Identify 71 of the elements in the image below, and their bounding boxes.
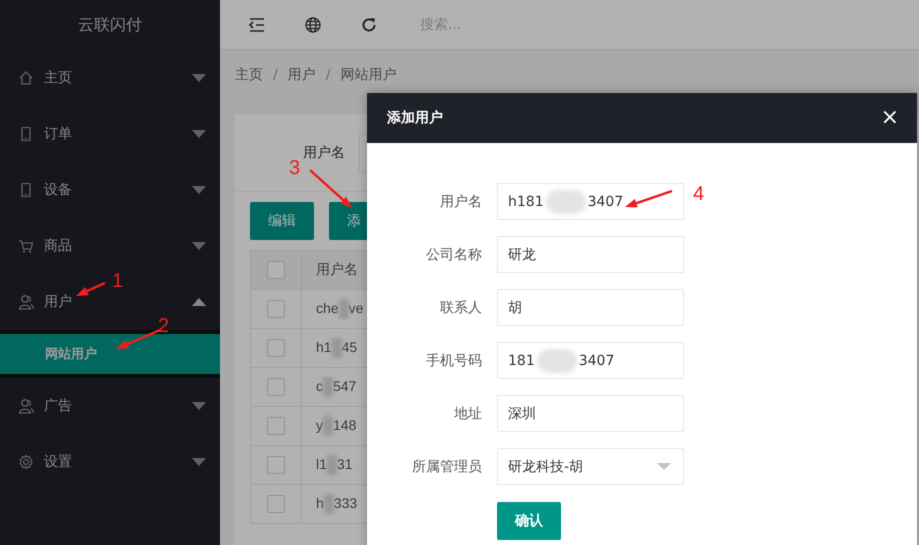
table-cell: h1 (316, 338, 332, 355)
field-label: 手机号码 (425, 352, 482, 370)
refresh-icon[interactable] (360, 16, 378, 34)
checkbox[interactable] (267, 456, 285, 474)
user-icon (18, 294, 34, 310)
input-field[interactable]: 胡 (497, 289, 684, 326)
annotation-number: 1 (112, 271, 124, 291)
user-icon (18, 398, 34, 414)
input-field[interactable]: 181 3407 (497, 342, 684, 379)
breadcrumb-link[interactable]: 用户 (288, 66, 316, 84)
sidebar-item[interactable]: 商品 (44, 238, 72, 254)
table-cell: ve (348, 300, 364, 316)
breadcrumb-link[interactable]: 网站用户 (340, 66, 396, 84)
confirm-button[interactable]: 确认 (497, 502, 561, 540)
annotation-number: 4 (693, 184, 704, 204)
field-label: 所属管理员 (411, 458, 482, 476)
table-cell: 547 (333, 378, 356, 394)
table-cell: 333 (334, 494, 358, 511)
menu-collapse-icon[interactable] (248, 16, 266, 34)
breadcrumb-separator: / (273, 67, 278, 83)
input-field[interactable]: 研龙 (497, 236, 684, 273)
caret-down-icon (657, 463, 671, 470)
annotation-number: 3 (289, 158, 300, 178)
checkbox[interactable] (267, 300, 285, 318)
table-cell: 148 (333, 416, 356, 433)
filter-label: 用户名 (303, 144, 345, 162)
app-logo: 云联闪付 (77, 14, 143, 36)
checkbox[interactable] (267, 495, 285, 513)
breadcrumb-separator: / (326, 67, 330, 83)
table-cell: c (316, 378, 323, 394)
table-cell: l1 (316, 456, 327, 472)
edit-button[interactable]: 编辑 (250, 202, 314, 240)
filter-field[interactable] (359, 134, 366, 172)
settings-icon (18, 454, 34, 470)
blurred-text (536, 348, 577, 372)
table-cell: y (316, 416, 323, 433)
home-icon (18, 70, 34, 86)
checkbox[interactable] (267, 339, 285, 357)
close-button[interactable]: × (880, 107, 899, 129)
table-cell: 31 (336, 456, 352, 472)
checkbox[interactable] (267, 378, 285, 396)
sidebar-item[interactable]: 设备 (44, 182, 72, 198)
checkbox[interactable] (267, 261, 285, 279)
blurred-text (324, 494, 334, 514)
annotation-number: 2 (158, 316, 170, 336)
cart-icon (18, 238, 34, 254)
table-cell: h (316, 494, 324, 511)
field-label: 用户名 (439, 192, 482, 210)
blurred-text (338, 299, 349, 319)
table-cell: che (316, 300, 339, 316)
input-field[interactable]: 深圳 (497, 395, 684, 432)
sidebar-item[interactable]: 主页 (44, 70, 72, 86)
table-cell: 45 (342, 338, 358, 355)
add-button[interactable]: 添 (329, 202, 368, 240)
field-label: 地址 (453, 404, 482, 422)
blurred-text (546, 190, 586, 214)
dialog-title: 添加用户 (387, 109, 444, 127)
sidebar-item[interactable]: 订单 (44, 126, 72, 142)
globe-icon[interactable] (304, 16, 322, 34)
sidebar-item[interactable]: 广告 (44, 398, 72, 414)
checkbox[interactable] (267, 417, 285, 435)
blurred-text (332, 338, 342, 358)
blurred-text (326, 455, 337, 475)
blurred-text (323, 377, 333, 397)
breadcrumb-link[interactable]: 主页 (235, 66, 263, 84)
input-field[interactable]: h181 3407 (497, 183, 684, 220)
select-field[interactable]: 研龙科技-胡 (497, 448, 684, 485)
sidebar-item[interactable]: 设置 (44, 454, 72, 470)
sidebar-item[interactable]: 用户 (44, 294, 72, 310)
blurred-text (323, 416, 333, 436)
field-label: 联系人 (439, 298, 482, 316)
